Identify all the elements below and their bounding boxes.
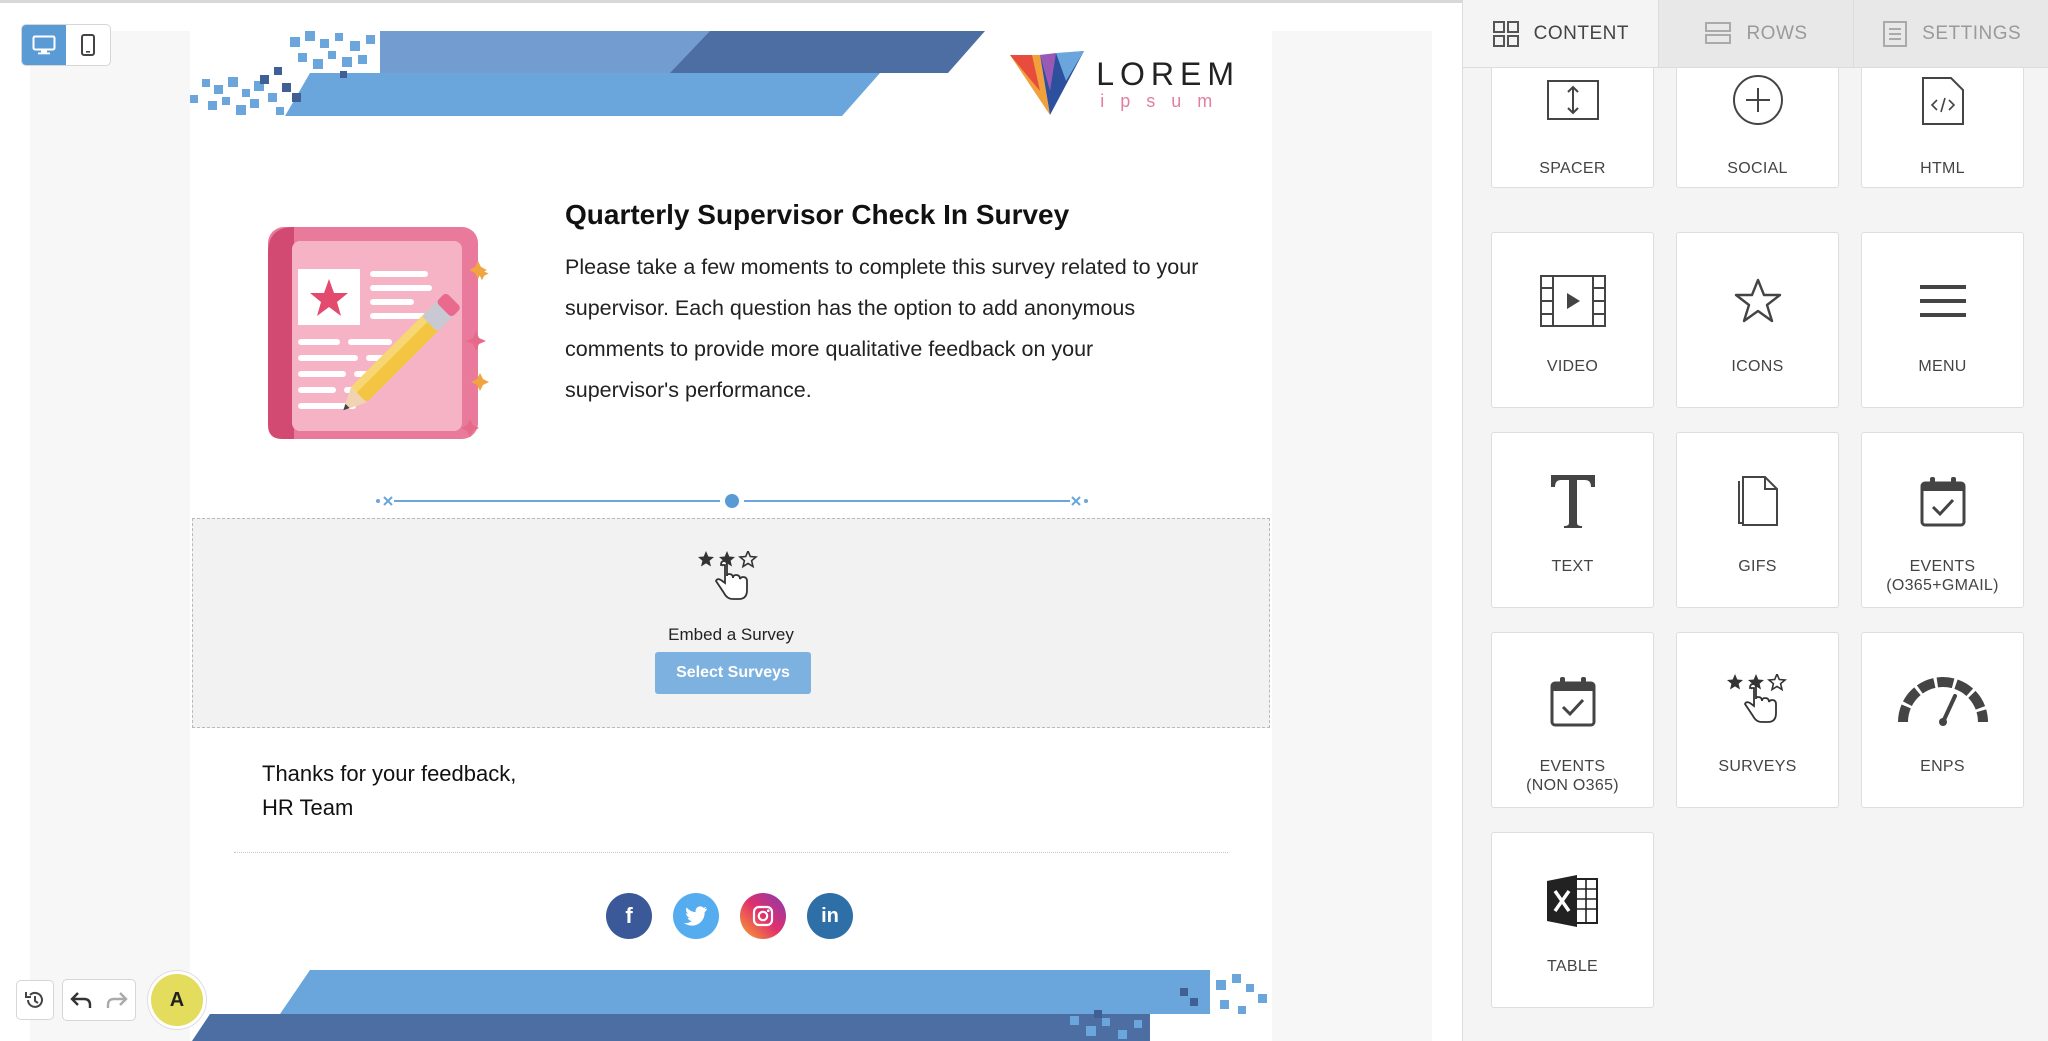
intro-section: Quarterly Supervisor Check In Survey Ple…: [262, 199, 1222, 469]
embed-survey-label: Embed a Survey: [668, 625, 794, 644]
block-label: EVENTS (NON O365): [1526, 758, 1619, 794]
block-label: SPACER: [1539, 160, 1606, 177]
block-video[interactable]: VIDEO: [1491, 232, 1654, 408]
brand-logo: LOREM ipsum: [1010, 51, 1240, 117]
spacer-icon: [1546, 80, 1599, 120]
select-surveys-button[interactable]: Select Surveys: [655, 652, 811, 694]
menu-icon: [1919, 285, 1966, 317]
block-social[interactable]: SOCIAL: [1676, 68, 1839, 188]
content-blocks-grid: SPACER SOCIAL HTML VIDEO ICONS MENU TEXT…: [1487, 68, 2027, 1041]
block-events-non-o365[interactable]: EVENTS (NON O365): [1491, 632, 1654, 808]
panel-tabs: CONTENT ROWS SETTINGS: [1463, 0, 2048, 68]
grid-icon: [1492, 20, 1519, 47]
content-panel: CONTENT ROWS SETTINGS SPACER SOCIAL HTML…: [1462, 0, 2048, 1041]
block-label: MENU: [1918, 358, 1967, 375]
block-surveys[interactable]: SURVEYS: [1676, 632, 1839, 808]
footer-divider: [234, 852, 1228, 853]
history-button[interactable]: [16, 980, 54, 1020]
linkedin-icon[interactable]: in: [807, 893, 853, 939]
block-events-o365[interactable]: EVENTS (O365+GMAIL): [1861, 432, 2024, 608]
twitter-bird-glyph: [684, 906, 707, 926]
block-text[interactable]: TEXT: [1491, 432, 1654, 608]
email-body-text: Please take a few moments to complete th…: [565, 255, 1199, 402]
tab-content-label: CONTENT: [1533, 22, 1629, 44]
block-icons[interactable]: ICONS: [1676, 232, 1839, 408]
logo-wordmark: LOREM: [1096, 56, 1240, 92]
text-icon: [1550, 475, 1595, 528]
tab-settings-label: SETTINGS: [1922, 22, 2022, 44]
mobile-view-button[interactable]: [66, 25, 110, 65]
survey-document-illustration: [268, 227, 489, 439]
block-label: TEXT: [1551, 558, 1594, 575]
undo-icon: [70, 992, 92, 1008]
instagram-glyph: [752, 905, 774, 927]
decorative-divider: [376, 494, 1088, 508]
tab-rows-label: ROWS: [1746, 22, 1808, 44]
block-table[interactable]: TABLE: [1491, 832, 1654, 1008]
mobile-icon: [81, 34, 95, 56]
tab-settings[interactable]: SETTINGS: [1854, 0, 2048, 67]
calendar-check-icon: [1920, 477, 1965, 527]
undo-redo-group: [62, 979, 136, 1021]
block-spacer[interactable]: SPACER: [1491, 68, 1654, 188]
history-icon: [25, 991, 43, 1008]
signoff-line: Thanks for your feedback,: [262, 761, 517, 786]
block-menu[interactable]: MENU: [1861, 232, 2024, 408]
block-label: ICONS: [1731, 358, 1784, 375]
linkedin-glyph: in: [821, 904, 839, 927]
social-links: f in: [606, 893, 853, 939]
facebook-icon[interactable]: f: [606, 893, 652, 939]
survey-embed-block[interactable]: Embed a Survey Select Surveys: [192, 518, 1270, 728]
block-label: GIFS: [1738, 558, 1777, 575]
logo-subtext: ipsum: [1100, 91, 1229, 111]
block-label: ENPS: [1920, 758, 1965, 775]
desktop-icon: [32, 35, 56, 55]
star-icon: [1734, 278, 1781, 323]
view-mode-toggle: [21, 24, 111, 66]
tab-content[interactable]: CONTENT: [1463, 0, 1659, 67]
user-avatar[interactable]: A: [148, 971, 206, 1029]
calendar-check-icon: [1550, 677, 1595, 727]
email-canvas[interactable]: LOREM ipsum Quarterly Supervisor Check I…: [190, 31, 1272, 1041]
redo-icon: [106, 992, 128, 1008]
block-label: VIDEO: [1546, 358, 1599, 375]
footer-banner: [192, 970, 1267, 1041]
survey-icon: [1726, 674, 1787, 723]
gif-icon: [1737, 476, 1778, 526]
rows-icon: [1705, 21, 1732, 44]
block-label: SOCIAL: [1727, 160, 1788, 177]
block-label: HTML: [1920, 160, 1965, 177]
redo-button[interactable]: [99, 980, 135, 1020]
signoff-team: HR Team: [262, 795, 354, 820]
block-gifs[interactable]: GIFS: [1676, 432, 1839, 608]
email-signoff: Thanks for your feedback, HR Team: [262, 757, 516, 825]
block-label: TABLE: [1547, 958, 1598, 975]
editor-stage: LOREM ipsum Quarterly Supervisor Check I…: [0, 0, 1462, 1041]
email-title: Quarterly Supervisor Check In Survey: [565, 199, 1070, 230]
video-icon: [1539, 275, 1606, 327]
facebook-glyph: f: [625, 903, 633, 928]
settings-icon: [1883, 20, 1908, 47]
tab-rows[interactable]: ROWS: [1658, 0, 1855, 67]
block-label: SURVEYS: [1718, 758, 1797, 775]
twitter-icon[interactable]: [673, 893, 719, 939]
desktop-view-button[interactable]: [22, 25, 66, 65]
survey-rating-icon: [698, 551, 758, 600]
block-label: EVENTS (O365+GMAIL): [1886, 558, 1999, 594]
html-icon: [1921, 77, 1964, 125]
block-enps[interactable]: ENPS: [1861, 632, 2024, 808]
instagram-icon[interactable]: [740, 893, 786, 939]
logo-mark-icon: [1010, 51, 1085, 115]
social-icon: [1732, 75, 1783, 125]
excel-icon: [1546, 875, 1598, 927]
history-controls: A: [16, 971, 206, 1029]
block-html[interactable]: HTML: [1861, 68, 2024, 188]
undo-button[interactable]: [63, 980, 99, 1020]
gauge-icon: [1897, 677, 1988, 726]
